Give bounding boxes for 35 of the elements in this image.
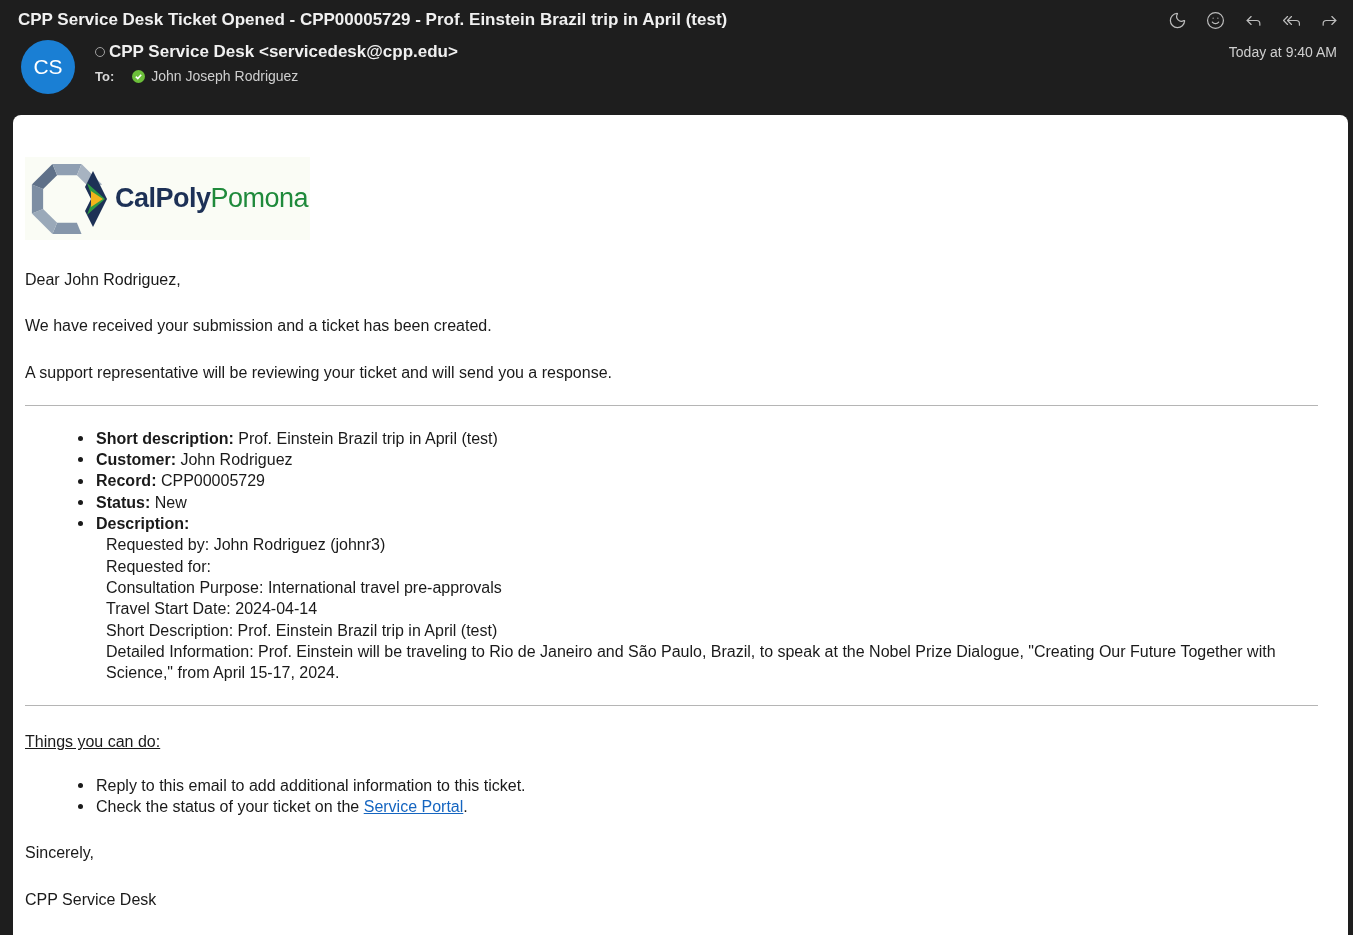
bullet-icon — [78, 457, 83, 463]
closing: Sincerely, — [25, 843, 96, 864]
description-line: Detailed Information: Prof. Einstein will be traveling to Rio de Janeiro and São Paulo, Brazil, to speak at the Nobel Prize Dialogue, "Creating Our Future Together with Science," from April 15-17, 2024. — [106, 641, 1277, 684]
body-paragraph: A support representative will be reviewing your ticket and will send you a response. — [25, 362, 613, 383]
description-line: Consultation Purpose: International travel pre-approvals — [106, 577, 503, 598]
detail-item: Description: — [96, 514, 190, 535]
body-paragraph: We have received your submission and a ticket has been created. — [25, 316, 493, 337]
service-portal-link[interactable]: Service Portal — [363, 798, 464, 816]
action-item: Reply to this email to add additional information to this ticket. — [96, 775, 526, 796]
to-label: To: — [95, 68, 115, 84]
action-item: Check the status of your ticket on the Service Portal. — [96, 797, 468, 818]
bullet-icon — [78, 478, 83, 484]
bullet-icon — [78, 521, 83, 527]
description-line: Requested for: — [106, 556, 212, 577]
description-line: Short Description: Prof. Einstein Brazil trip in April (test) — [106, 620, 499, 641]
description-line: Travel Start Date: 2024-04-14 — [106, 599, 319, 620]
smiley-icon[interactable] — [1205, 10, 1225, 30]
email-date: Today at 9:40 AM — [1228, 44, 1337, 60]
detail-item: Status: New — [96, 492, 187, 513]
detail-item: Customer: John Rodriguez — [96, 450, 293, 471]
sender-avatar: CS — [21, 40, 75, 94]
bullet-icon — [78, 804, 83, 810]
bullet-icon — [78, 499, 83, 505]
description-line: Requested by: John Rodriguez (johnr3) — [106, 535, 387, 556]
sender-name[interactable]: CPP Service Desk <servicedesk@cpp.edu> — [109, 42, 458, 62]
greeting: Dear John Rodriguez, — [25, 270, 182, 290]
signature: CPP Service Desk — [25, 889, 158, 910]
actions-heading: Things you can do: — [25, 732, 161, 753]
bullet-icon — [78, 782, 83, 788]
bullet-icon — [78, 436, 83, 442]
window-title: CPP Service Desk Ticket Opened - CPP00005729 - Prof. Einstein Brazil trip in April (test) — [18, 10, 728, 30]
detail-item: Short description: Prof. Einstein Brazil trip in April (test) — [96, 428, 498, 449]
moon-icon[interactable] — [1167, 10, 1187, 30]
recipient-name[interactable]: John Joseph Rodriguez — [151, 68, 299, 84]
detail-item: Record: CPP00005729 — [96, 471, 265, 492]
